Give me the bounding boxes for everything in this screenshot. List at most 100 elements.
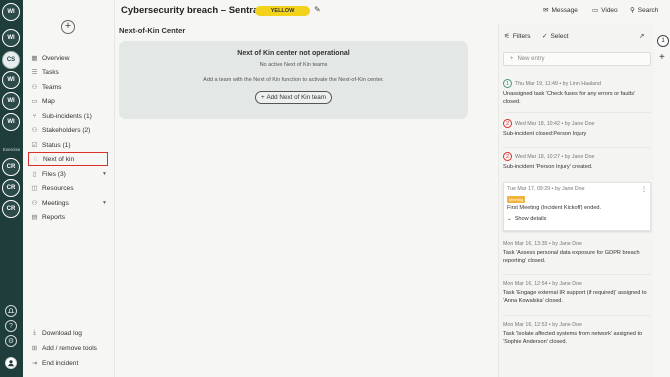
plus-icon: +: [510, 56, 514, 62]
log-entry[interactable]: Mon Mar 16, 12:53 • by Jane Doe Task 'Is…: [503, 322, 651, 346]
divider: [503, 315, 651, 316]
entry-body: Task 'Engage external IR support (if req…: [503, 290, 647, 304]
search-label: Search: [637, 6, 659, 14]
filters-label: Filters: [512, 32, 531, 40]
nav-reports[interactable]: ▤ Reports: [28, 210, 111, 224]
log-entry[interactable]: 1 Thu Mar 19, 11:49 • by Linn Haaland Una…: [503, 79, 651, 106]
mail-icon: ✉: [543, 7, 549, 14]
notice-subtitle: No active Next of Kin teams: [259, 62, 328, 68]
help-icon[interactable]: ?: [5, 320, 17, 332]
nav-teams[interactable]: ⚇ Teams: [28, 80, 111, 94]
show-details-label: Show details: [514, 215, 547, 222]
exercise-avatar[interactable]: CR: [2, 200, 20, 218]
footer-label: Download log: [42, 329, 82, 337]
footer-label: Add / remove tools: [42, 344, 97, 352]
incident-sidebar: + ▦ Overview ☰ Tasks ⚇ Teams ▭ Map ⑂ Sub-inci…: [23, 0, 115, 377]
nav-label: Resources: [42, 184, 74, 192]
nav-tasks[interactable]: ☰ Tasks: [28, 65, 111, 79]
nav-stakeholders[interactable]: ⚇ Stakeholders (2): [28, 123, 111, 137]
list-icon: ☰: [31, 69, 38, 76]
entry-body: Sub-incident 'Person Injury' created.: [503, 164, 593, 170]
nav-next-of-kin[interactable]: ♢ Next of kin: [28, 152, 108, 166]
nav-files[interactable]: ▯ Files (3) ▼: [28, 167, 111, 181]
nav-label: Stakeholders (2): [42, 126, 91, 134]
log-entry[interactable]: 2 Wed Mar 18, 10:42 • by Jane Doe Sub-inc…: [503, 119, 651, 139]
chevron-down-icon[interactable]: ▼: [102, 171, 107, 177]
log-entry[interactable]: 2 Wed Mar 18, 10:27 • by Jane Doe Sub-inc…: [503, 152, 651, 172]
message-label: Message: [551, 6, 578, 14]
add-button[interactable]: +: [61, 20, 75, 34]
nav-label: Meetings: [42, 199, 69, 207]
divider: [503, 112, 651, 113]
more-options-icon[interactable]: ⋮: [641, 186, 647, 193]
plus-icon[interactable]: +: [659, 52, 665, 63]
video-icon: ▭: [592, 7, 599, 14]
show-details-button[interactable]: ⌄ Show details: [507, 216, 647, 222]
user-icon[interactable]: [5, 357, 17, 369]
entry-meta: Wed Mar 18, 10:42 • by Jane Doe: [515, 120, 595, 127]
chevron-down-icon: ⌄: [507, 215, 512, 222]
nav-overview[interactable]: ▦ Overview: [28, 51, 111, 65]
nav-status[interactable]: ☑ Status (1): [28, 138, 111, 152]
workspace-avatar[interactable]: WI: [2, 29, 20, 47]
workspace-avatar[interactable]: WI: [2, 92, 20, 110]
settings-icon[interactable]: ⚙: [5, 335, 17, 347]
entry-body: Sub-incident closed:Person Injury: [503, 131, 587, 137]
log-entry[interactable]: Mon Mar 16, 13:35 • by Jane Doe Task 'As…: [503, 241, 651, 265]
nav-label: Status (1): [42, 141, 71, 149]
grid-icon: ▦: [31, 55, 38, 62]
count-badge[interactable]: 1: [657, 35, 669, 47]
status-badge[interactable]: YELLOW: [255, 6, 310, 16]
footer-label: End incident: [42, 359, 79, 367]
message-button[interactable]: ✉ Message: [543, 6, 578, 15]
download-log[interactable]: ⤓ Download log: [28, 326, 111, 340]
workspace-avatar-active[interactable]: CS: [2, 51, 20, 69]
workspace-rail: WI CS WI WI WI WI Exercise CR CR CR ? ⚙: [0, 0, 23, 377]
workspace-avatar[interactable]: WI: [2, 3, 20, 21]
workspace-avatar[interactable]: WI: [2, 113, 20, 131]
open-external-icon[interactable]: ↗: [639, 32, 644, 40]
entry-meta: Wed Mar 18, 10:27 • by Jane Doe: [515, 153, 595, 160]
filters-button[interactable]: ⚟ Filters: [504, 32, 531, 41]
checkmark-icon: ✓: [542, 33, 548, 40]
entry-meta: Mon Mar 16, 12:54 • by Jane Doe: [503, 281, 582, 287]
add-next-of-kin-team-button[interactable]: + Add Next of Kin team: [255, 91, 332, 104]
bell-icon[interactable]: [5, 305, 17, 317]
nav-map[interactable]: ▭ Map: [28, 94, 111, 108]
exercise-avatar[interactable]: CR: [2, 179, 20, 197]
nav-label: Reports: [42, 213, 66, 221]
end-incident[interactable]: ⇥ End incident: [28, 356, 111, 370]
entry-number: 2: [503, 119, 512, 128]
edit-icon[interactable]: ✎: [314, 5, 321, 14]
nav-label: Next of kin: [43, 155, 75, 163]
notice-title: Next of Kin center not operational: [237, 50, 350, 57]
meeting-log-card[interactable]: Tue Mar 17, 09:29 • by Jane Doe ⋮ Meetin…: [503, 182, 651, 231]
nav-label: Teams: [42, 83, 62, 91]
entry-meta: Mon Mar 16, 12:53 • by Jane Doe: [503, 322, 582, 328]
video-button[interactable]: ▭ Video: [592, 6, 618, 15]
nav-meetings[interactable]: ⚇ Meetings ▼: [28, 196, 111, 210]
incident-title: Cybersecurity breach – SentraC...: [121, 5, 274, 16]
nav-resources[interactable]: ◫ Resources: [28, 181, 111, 195]
video-label: Video: [601, 6, 618, 14]
nav-sub-incidents[interactable]: ⑂ Sub-incidents (1): [28, 109, 111, 123]
people-icon: ⚇: [31, 200, 38, 207]
divider: [503, 274, 651, 275]
box-icon: ◫: [31, 185, 38, 192]
chevron-down-icon[interactable]: ▼: [102, 200, 107, 206]
map-icon: ▭: [31, 98, 38, 105]
exercise-avatar[interactable]: CR: [2, 158, 20, 176]
plus-square-icon: ⊞: [31, 345, 38, 352]
search-button[interactable]: ⚲ Search: [630, 6, 659, 15]
select-button[interactable]: ✓ Select: [542, 32, 569, 41]
add-remove-tools[interactable]: ⊞ Add / remove tools: [28, 341, 111, 355]
log-entry[interactable]: Mon Mar 16, 12:54 • by Jane Doe Task 'En…: [503, 281, 651, 305]
new-entry-placeholder: New entry: [517, 56, 545, 62]
check-circle-icon: ☑: [31, 142, 38, 149]
page-title: Next-of-Kin Center: [119, 26, 186, 35]
nav-label: Map: [42, 97, 55, 105]
entry-body: Unassigned task 'Check fuses for any err…: [503, 91, 636, 105]
new-entry-input[interactable]: + New entry: [503, 52, 651, 66]
workspace-avatar[interactable]: WI: [2, 71, 20, 89]
exercise-label: Exercise: [2, 147, 21, 152]
